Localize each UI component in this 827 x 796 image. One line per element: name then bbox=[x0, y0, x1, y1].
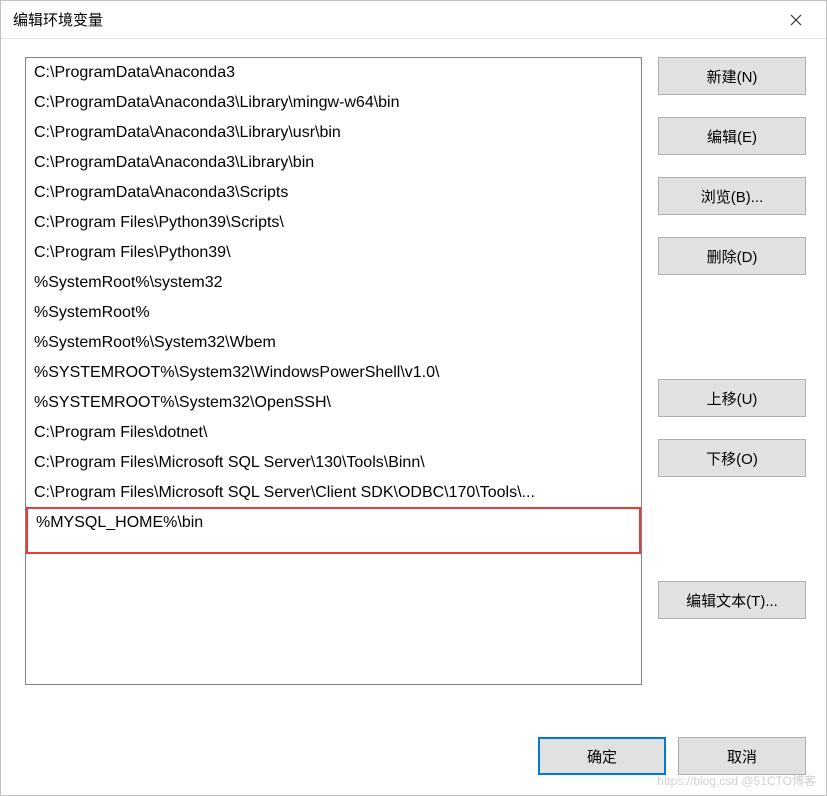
spacer bbox=[658, 499, 806, 559]
list-item[interactable]: C:\Program Files\Microsoft SQL Server\13… bbox=[26, 448, 641, 478]
new-button[interactable]: 新建(N) bbox=[658, 57, 806, 95]
list-item[interactable]: %SYSTEMROOT%\System32\WindowsPowerShell\… bbox=[26, 358, 641, 388]
list-item[interactable]: %SystemRoot%\System32\Wbem bbox=[26, 328, 641, 358]
list-item[interactable]: C:\Program Files\Microsoft SQL Server\Cl… bbox=[26, 478, 641, 508]
list-item[interactable]: C:\ProgramData\Anaconda3\Library\mingw-w… bbox=[26, 88, 641, 118]
list-item[interactable]: %SystemRoot%\system32 bbox=[26, 268, 641, 298]
spacer bbox=[658, 297, 806, 357]
list-item[interactable]: C:\Program Files\Python39\Scripts\ bbox=[26, 208, 641, 238]
move-down-button[interactable]: 下移(O) bbox=[658, 439, 806, 477]
side-buttons: 新建(N) 编辑(E) 浏览(B)... 删除(D) 上移(U) 下移(O) 编… bbox=[658, 57, 806, 713]
list-item[interactable]: C:\Program Files\Python39\ bbox=[26, 238, 641, 268]
move-up-button[interactable]: 上移(U) bbox=[658, 379, 806, 417]
content-area: C:\ProgramData\Anaconda3C:\ProgramData\A… bbox=[1, 39, 826, 723]
delete-button[interactable]: 删除(D) bbox=[658, 237, 806, 275]
ok-button[interactable]: 确定 bbox=[538, 737, 666, 775]
close-icon bbox=[790, 14, 802, 26]
environment-variable-dialog: 编辑环境变量 C:\ProgramData\Anaconda3C:\Progra… bbox=[0, 0, 827, 796]
button-group-2: 上移(U) 下移(O) bbox=[658, 379, 806, 477]
list-item[interactable]: C:\ProgramData\Anaconda3\Scripts bbox=[26, 178, 641, 208]
list-item[interactable]: C:\ProgramData\Anaconda3\Library\usr\bin bbox=[26, 118, 641, 148]
dialog-title: 编辑环境变量 bbox=[13, 9, 103, 30]
browse-button[interactable]: 浏览(B)... bbox=[658, 177, 806, 215]
button-group-3: 编辑文本(T)... bbox=[658, 581, 806, 619]
list-item[interactable]: %MYSQL_HOME%\bin bbox=[26, 507, 641, 554]
list-item[interactable]: C:\ProgramData\Anaconda3\Library\bin bbox=[26, 148, 641, 178]
button-group-1: 新建(N) 编辑(E) 浏览(B)... 删除(D) bbox=[658, 57, 806, 275]
list-item[interactable]: %SYSTEMROOT%\System32\OpenSSH\ bbox=[26, 388, 641, 418]
bottom-bar: 确定 取消 bbox=[1, 723, 826, 795]
cancel-button[interactable]: 取消 bbox=[678, 737, 806, 775]
close-button[interactable] bbox=[776, 6, 816, 34]
path-list[interactable]: C:\ProgramData\Anaconda3C:\ProgramData\A… bbox=[25, 57, 642, 685]
list-item[interactable]: C:\Program Files\dotnet\ bbox=[26, 418, 641, 448]
list-item[interactable]: C:\ProgramData\Anaconda3 bbox=[26, 58, 641, 88]
edit-button[interactable]: 编辑(E) bbox=[658, 117, 806, 155]
edit-text-button[interactable]: 编辑文本(T)... bbox=[658, 581, 806, 619]
title-bar: 编辑环境变量 bbox=[1, 1, 826, 39]
list-item[interactable]: %SystemRoot% bbox=[26, 298, 641, 328]
